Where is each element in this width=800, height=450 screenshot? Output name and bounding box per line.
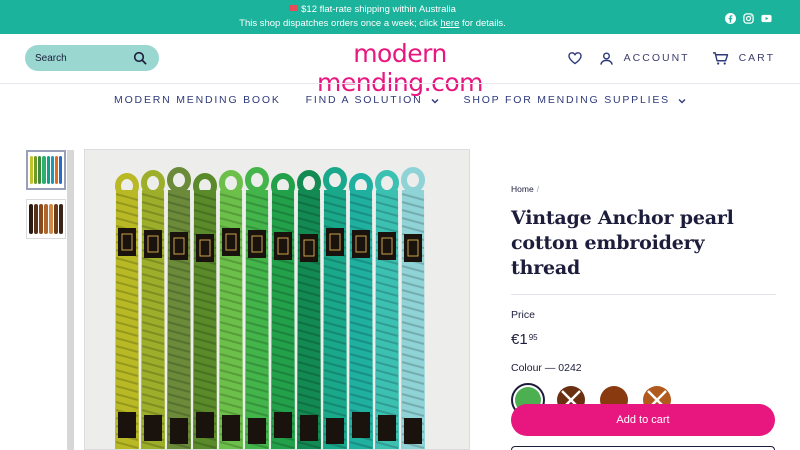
nav-item-find-a-solution[interactable]: FIND A SOLUTION [306,94,439,106]
social-links [725,11,772,24]
user-icon [599,51,614,66]
thread-skein [323,167,347,449]
product-main-image[interactable] [84,149,470,450]
thread-skein [193,173,217,449]
product-thumbnails [26,150,66,248]
thumbnail-image [29,204,63,234]
nav-item-shop-for-mending-supplies[interactable]: SHOP FOR MENDING SUPPLIES [464,94,686,106]
cart-label: CART [738,52,775,64]
search-icon[interactable] [133,51,147,65]
header-divider [0,83,800,84]
chevron-down-icon [431,96,439,104]
shipping-details-link[interactable]: here [440,18,459,29]
account-link[interactable]: ACCOUNT [599,51,690,66]
thread-skein [219,170,243,449]
thread-skein [375,170,399,449]
price-main: €1 [511,331,528,348]
product-price: €1 95 [511,331,776,348]
australia-flag-icon [289,5,299,12]
announcement-text: $12 flat-rate shipping within Australia … [0,3,745,31]
nav-item-modern-mending-book[interactable]: MODERN MENDING BOOK [114,94,281,106]
breadcrumb-home-link[interactable]: Home [511,184,534,194]
instagram-icon[interactable] [743,11,754,24]
thread-skein [349,173,373,449]
header-actions: ACCOUNT CART [567,49,775,67]
title-divider [511,294,776,295]
thumbnail-scrollbar[interactable] [67,150,74,450]
search-input[interactable] [35,50,130,66]
thumbnail-brown-threads[interactable] [26,199,66,239]
account-label: ACCOUNT [623,52,690,64]
add-to-cart-button[interactable]: Add to cart [511,404,775,436]
heart-icon[interactable] [567,50,583,66]
price-cents: 95 [528,333,538,342]
thumbnail-image [30,156,62,184]
price-label: Price [511,309,535,321]
chevron-down-icon [678,96,686,104]
thread-skein [245,167,269,449]
thumbnail-green-threads[interactable] [26,150,66,190]
announcement-line-2-prefix: This shop dispatches orders once a week;… [239,18,441,29]
facebook-icon[interactable] [725,11,736,24]
main-nav: MODERN MENDING BOOK FIND A SOLUTION SHOP… [0,94,800,106]
announcement-line-2-suffix: for details. [459,18,506,29]
search-bar[interactable] [25,45,159,71]
thread-skein [271,173,295,449]
nav-item-label: SHOP FOR MENDING SUPPLIES [463,94,670,106]
announcement-bar: $12 flat-rate shipping within Australia … [0,0,800,34]
nav-item-label: FIND A SOLUTION [305,94,423,106]
buy-now-button[interactable] [511,446,775,450]
site-logo[interactable]: modern mending.com [272,39,528,97]
product-title: Vintage Anchor pearl cotton embroidery t… [511,207,734,279]
thread-skein [401,167,425,449]
thread-skeins-illustration [115,167,425,449]
thread-skein [115,173,139,449]
announcement-line-1: $12 flat-rate shipping within Australia [301,4,456,15]
thread-skein [297,170,321,449]
cart-icon [712,51,729,66]
colour-label: Colour — 0242 [511,362,582,374]
breadcrumb: Home / [511,184,776,194]
breadcrumb-separator: / [536,184,540,194]
product-info-panel: Home / Vintage Anchor pearl cotton embroi… [511,184,776,417]
thread-skein [167,167,191,449]
youtube-icon[interactable] [761,11,772,23]
nav-item-label: MODERN MENDING BOOK [114,94,281,106]
thread-skein [141,170,165,449]
cart-link[interactable]: CART [712,51,775,66]
